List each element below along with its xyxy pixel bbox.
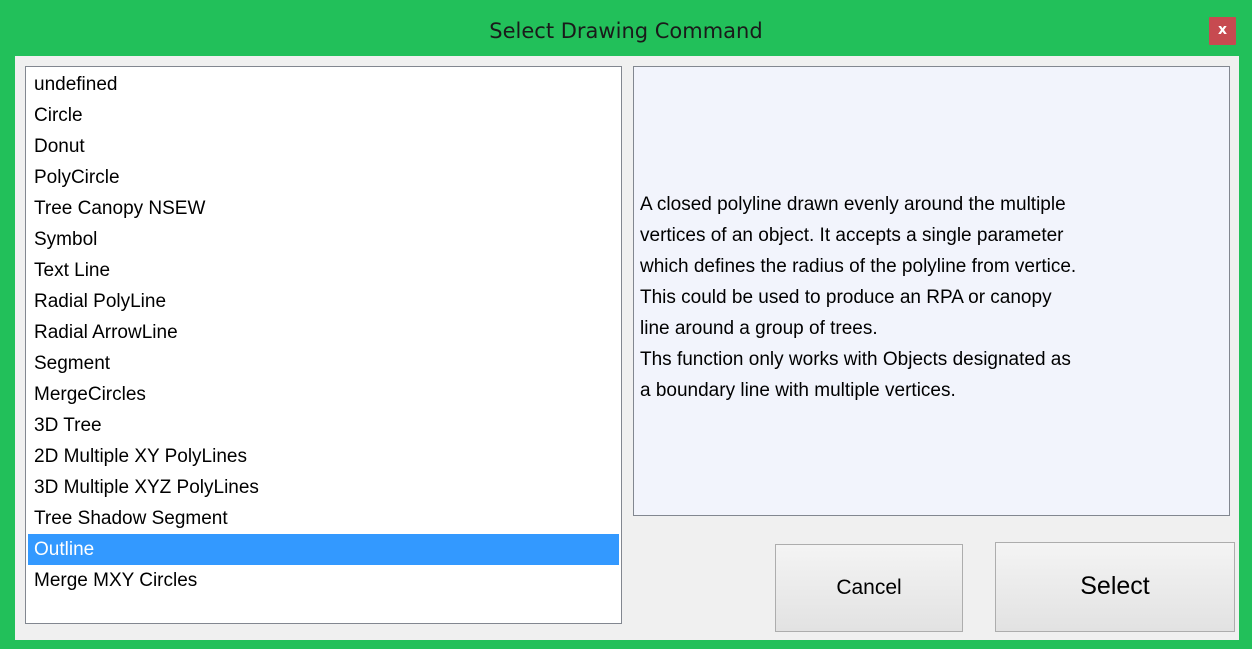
- list-item[interactable]: Circle: [28, 100, 619, 131]
- list-item-selected[interactable]: Outline: [28, 534, 619, 565]
- list-item[interactable]: Text Line: [28, 255, 619, 286]
- window-title: Select Drawing Command: [489, 19, 763, 43]
- description-text: A closed polyline drawn evenly around th…: [640, 194, 1077, 401]
- title-bar[interactable]: Select Drawing Command x: [0, 0, 1252, 62]
- list-item[interactable]: 2D Multiple XY PolyLines: [28, 441, 619, 472]
- list-item[interactable]: MergeCircles: [28, 379, 619, 410]
- select-button[interactable]: Select: [995, 542, 1235, 632]
- list-item[interactable]: undefined: [28, 69, 619, 100]
- dialog-client-area: undefined Circle Donut PolyCircle Tree C…: [15, 56, 1239, 640]
- list-item[interactable]: 3D Tree: [28, 410, 619, 441]
- list-item[interactable]: Radial ArrowLine: [28, 317, 619, 348]
- command-list[interactable]: undefined Circle Donut PolyCircle Tree C…: [25, 66, 622, 624]
- description-panel: A closed polyline drawn evenly around th…: [633, 66, 1230, 516]
- list-item[interactable]: Tree Canopy NSEW: [28, 193, 619, 224]
- list-item[interactable]: 3D Multiple XYZ PolyLines: [28, 472, 619, 503]
- list-item[interactable]: Segment: [28, 348, 619, 379]
- list-item[interactable]: Donut: [28, 131, 619, 162]
- list-item[interactable]: Symbol: [28, 224, 619, 255]
- close-button[interactable]: x: [1209, 17, 1236, 45]
- dialog-window: Select Drawing Command x undefined Circl…: [0, 0, 1252, 649]
- list-item[interactable]: Radial PolyLine: [28, 286, 619, 317]
- list-item[interactable]: Tree Shadow Segment: [28, 503, 619, 534]
- cancel-button[interactable]: Cancel: [775, 544, 963, 632]
- list-item[interactable]: PolyCircle: [28, 162, 619, 193]
- list-item[interactable]: Merge MXY Circles: [28, 565, 619, 596]
